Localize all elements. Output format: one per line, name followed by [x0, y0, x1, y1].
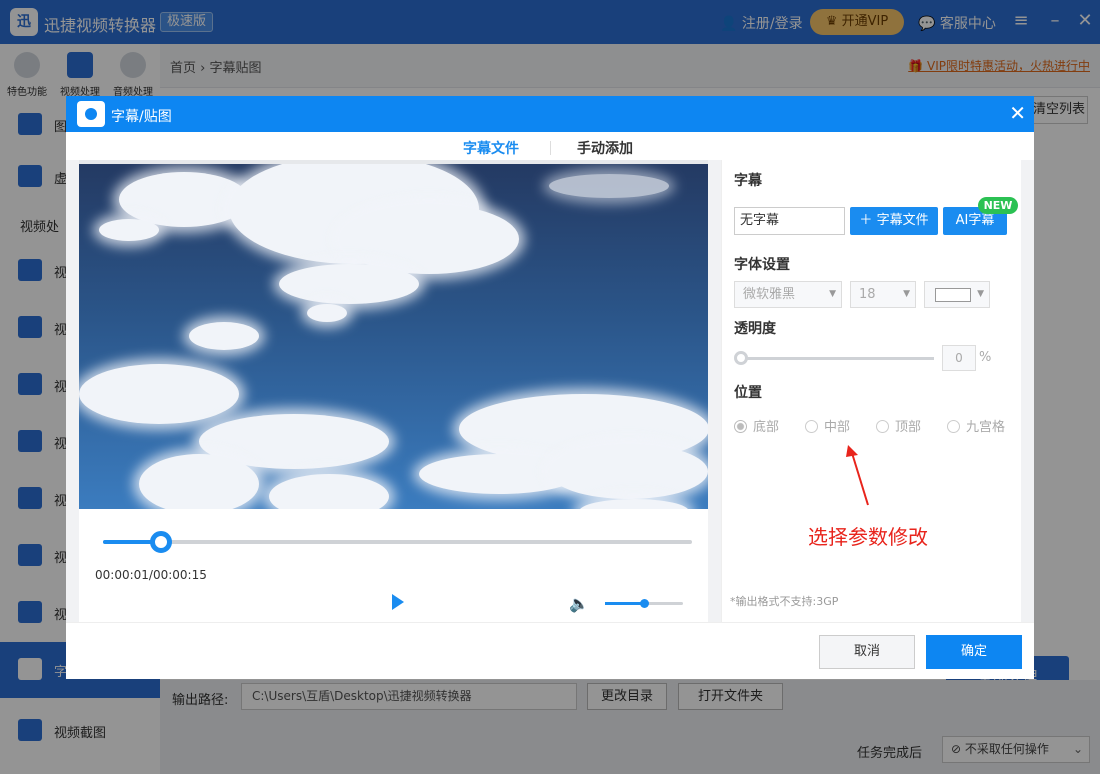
- position-grid-radio[interactable]: 九宫格: [947, 416, 1005, 435]
- play-icon[interactable]: [392, 594, 404, 610]
- opacity-unit: %: [979, 350, 992, 365]
- subtitle-section-title: 字幕: [734, 173, 762, 189]
- position-top-radio[interactable]: 顶部: [876, 416, 921, 435]
- radio-dot: [947, 420, 960, 433]
- font-color-select[interactable]: ▼: [924, 281, 990, 308]
- font-section-title: 字体设置: [734, 257, 790, 273]
- tab-divider: [550, 141, 551, 155]
- format-note: *输出格式不支持:3GP: [730, 595, 839, 608]
- plus-icon: ＋: [859, 213, 877, 228]
- tab-manual-add[interactable]: 手动添加: [577, 138, 633, 158]
- camera-icon: [77, 101, 105, 127]
- dialog-footer: 取消 确定: [66, 622, 1034, 679]
- opacity-input[interactable]: 0: [942, 345, 976, 371]
- time-display: 00:00:01/00:00:15: [95, 568, 207, 582]
- seek-bar[interactable]: [103, 531, 692, 553]
- position-top-label: 顶部: [895, 420, 922, 435]
- position-middle-label: 中部: [824, 420, 851, 435]
- seek-handle[interactable]: [150, 531, 172, 553]
- font-family-select[interactable]: 微软雅黑 ▼: [734, 281, 842, 308]
- font-color-swatch: [935, 288, 971, 302]
- dialog-gutter-right: [1021, 160, 1034, 622]
- subtitle-select[interactable]: 无字幕: [734, 207, 845, 235]
- add-subtitle-file-label: 字幕文件: [876, 213, 929, 228]
- opacity-section-title: 透明度: [734, 321, 776, 337]
- dialog-close-icon[interactable]: ✕: [1009, 101, 1026, 125]
- settings-panel: 字幕 无字幕 ＋ 字幕文件 AI字幕 NEW 字体设置 微软雅黑 ▼ 18 ▼ ▼ …: [721, 160, 1021, 622]
- annotation-arrow-icon: [846, 445, 869, 506]
- chevron-down-icon: ▼: [903, 289, 910, 299]
- dialog-tabs: 字幕文件 手动添加: [66, 132, 1034, 160]
- dialog-title: 字幕/贴图: [111, 109, 172, 125]
- radio-dot: [734, 420, 747, 433]
- subtitle-dialog: 字幕/贴图 ✕ 字幕文件 手动添加 00:00:01/00:00:15 🔈 字幕…: [66, 96, 1034, 679]
- dialog-gutter-middle: [708, 160, 721, 622]
- volume-fill: [605, 602, 644, 605]
- tab-subtitle-file[interactable]: 字幕文件: [463, 138, 519, 158]
- volume-icon[interactable]: 🔈: [569, 594, 589, 613]
- font-size-value: 18: [859, 287, 876, 302]
- new-badge: NEW: [978, 197, 1018, 214]
- volume-slider[interactable]: [605, 599, 683, 608]
- ok-button[interactable]: 确定: [926, 635, 1022, 669]
- cancel-button[interactable]: 取消: [819, 635, 915, 669]
- radio-dot: [805, 420, 818, 433]
- font-size-select[interactable]: 18 ▼: [850, 281, 916, 308]
- volume-handle[interactable]: [640, 599, 649, 608]
- position-bottom-label: 底部: [753, 420, 780, 435]
- font-family-value: 微软雅黑: [743, 287, 796, 302]
- position-middle-radio[interactable]: 中部: [805, 416, 850, 435]
- chevron-down-icon: ▼: [829, 289, 836, 299]
- chevron-down-icon: ▼: [977, 289, 984, 299]
- opacity-slider[interactable]: [741, 357, 934, 360]
- position-bottom-radio[interactable]: 底部: [734, 416, 779, 435]
- position-grid-label: 九宫格: [966, 420, 1006, 435]
- add-subtitle-file-button[interactable]: ＋ 字幕文件: [850, 207, 938, 235]
- annotation-text: 选择参数修改: [808, 525, 928, 549]
- video-preview: 00:00:01/00:00:15 🔈: [79, 160, 708, 622]
- dialog-header: 字幕/贴图 ✕: [66, 96, 1034, 132]
- position-section-title: 位置: [734, 385, 762, 401]
- dialog-gutter-left: [66, 160, 79, 622]
- radio-dot: [876, 420, 889, 433]
- video-frame: [79, 164, 708, 509]
- opacity-handle[interactable]: [734, 351, 748, 365]
